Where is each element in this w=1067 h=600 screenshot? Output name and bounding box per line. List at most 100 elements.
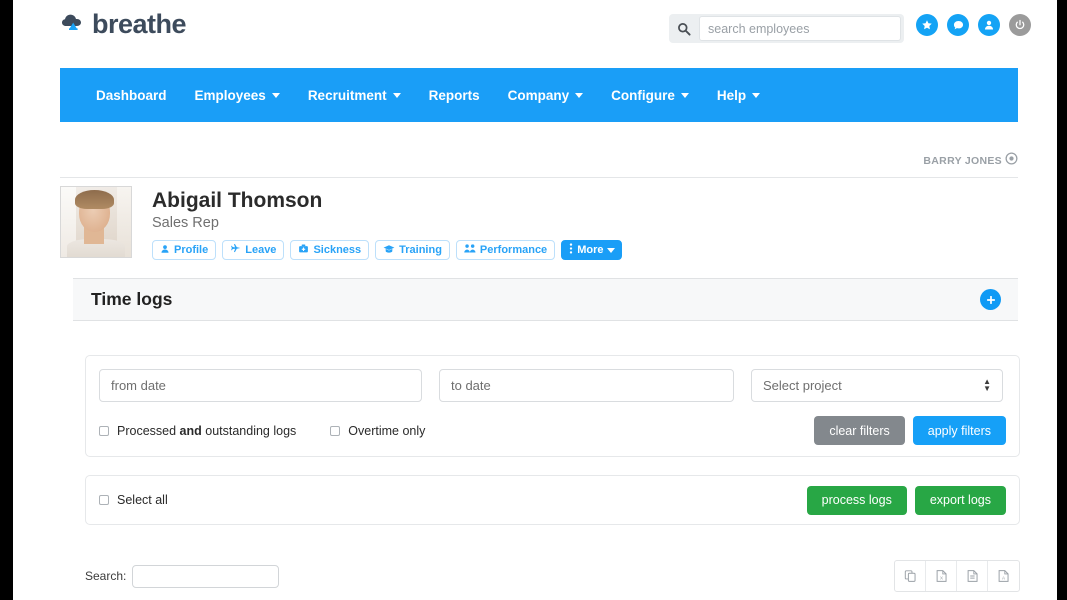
airplane-icon (230, 243, 241, 257)
top-icon-group (916, 14, 1031, 36)
nav-label: Configure (611, 87, 675, 103)
svg-text:A: A (1002, 576, 1006, 581)
avatar (60, 186, 132, 258)
chevron-down-icon (680, 92, 689, 98)
page-title: Abigail Thomson (152, 189, 323, 212)
user-account-icon[interactable] (978, 14, 1000, 36)
tab-leave[interactable]: Leave (222, 240, 285, 261)
filter-options-row: Processed and outstanding logs Overtime … (86, 402, 1019, 445)
cloud-icon (60, 10, 88, 38)
tab-label: Profile (174, 244, 209, 257)
tab-label: Leave (245, 244, 277, 257)
search-icon (669, 14, 699, 43)
medical-kit-icon (298, 243, 309, 257)
search-input[interactable] (699, 16, 901, 41)
logs-toolbar-panel: Select all process logs export logs (85, 475, 1020, 525)
nav-label: Company (507, 87, 570, 103)
copy-icon[interactable] (895, 561, 926, 591)
overtime-label: Overtime only (348, 423, 426, 438)
power-icon[interactable] (1009, 14, 1031, 36)
logs-action-buttons: process logs export logs (806, 485, 1006, 515)
tab-label: Sickness (313, 244, 362, 257)
vertical-dots-icon (569, 243, 573, 257)
tab-sickness[interactable]: Sickness (290, 240, 370, 261)
from-date-placeholder: from date (111, 378, 166, 393)
nav-label: Reports (428, 87, 480, 103)
processed-logs-checkbox[interactable]: Processed and outstanding logs (99, 424, 296, 438)
pdf-export-icon[interactable]: A (988, 561, 1019, 591)
clear-filters-button[interactable]: clear filters (814, 416, 905, 445)
select-all-label: Select all (117, 493, 168, 507)
person-icon (160, 244, 170, 257)
nav-item-dashboard[interactable]: Dashboard (82, 82, 181, 109)
section-title: Time logs (91, 289, 173, 309)
nav-label: Recruitment (307, 87, 387, 103)
project-select[interactable]: Select project ▲ ▼ (751, 369, 1003, 402)
brand-logo[interactable]: breathe (60, 10, 187, 38)
tab-performance[interactable]: Performance (455, 240, 556, 261)
chat-bubble-icon[interactable] (947, 14, 969, 36)
chevron-down-icon (392, 92, 401, 98)
process-logs-button[interactable]: process logs (806, 485, 907, 515)
chevron-down-icon (752, 92, 761, 98)
tab-label: More (577, 244, 604, 257)
nav-item-configure[interactable]: Configure (597, 82, 703, 109)
overtime-only-checkbox[interactable]: Overtime only (330, 424, 425, 438)
nav-label: Employees (194, 87, 266, 103)
chevron-down-icon (575, 92, 584, 98)
filter-buttons: clear filters apply filters (814, 416, 1006, 445)
chevron-down-icon (271, 92, 280, 98)
nav-item-employees[interactable]: Employees (181, 82, 294, 109)
svg-text:X: X (939, 575, 943, 581)
checkbox-box[interactable] (99, 495, 109, 505)
nav-label: Help (716, 87, 747, 103)
account-user-name: BARRY JONES (923, 155, 1002, 167)
apply-filters-button[interactable]: apply filters (912, 416, 1006, 445)
to-date-input[interactable]: to date (439, 369, 734, 402)
tab-training[interactable]: Training (375, 240, 450, 261)
tab-label: Performance (479, 244, 548, 257)
main-navigation: Dashboard Employees Recruitment Reports … (60, 68, 1018, 122)
employee-header: Abigail Thomson Sales Rep Profile Leave (60, 186, 1018, 261)
nav-item-reports[interactable]: Reports (415, 82, 494, 109)
filter-panel: from date to date Select project ▲ ▼ Proc… (85, 355, 1020, 457)
processed-label: Processed and outstanding logs (117, 424, 296, 438)
nav-item-help[interactable]: Help (703, 82, 774, 109)
tab-more[interactable]: More (561, 240, 623, 261)
employee-tab-group: Profile Leave Sickness Training Performa… (152, 240, 623, 261)
table-controls: Search: X A (85, 560, 1020, 592)
employee-role: Sales Rep (152, 215, 219, 232)
filter-inputs-row: from date to date Select project ▲ ▼ (86, 356, 1019, 402)
checkbox-box[interactable] (99, 425, 109, 436)
employee-info: Abigail Thomson Sales Rep Profile Leave (152, 186, 623, 261)
section-header-time-logs: Time logs (73, 278, 1018, 321)
nav-item-company[interactable]: Company (494, 82, 598, 109)
app-viewport: breathe search employees Dashboard Emplo… (13, 0, 1057, 600)
tab-label: Training (399, 244, 442, 257)
chevron-down-icon (607, 247, 616, 253)
to-date-placeholder: to date (451, 378, 491, 393)
export-logs-button[interactable]: export logs (914, 485, 1006, 515)
nav-label: Dashboard (96, 87, 167, 103)
csv-export-icon[interactable] (957, 561, 988, 591)
graduation-cap-icon (383, 243, 395, 258)
star-icon[interactable] (916, 14, 938, 36)
plus-circle-icon[interactable] (980, 289, 1001, 310)
select-all-checkbox[interactable]: Select all (99, 493, 168, 507)
from-date-input[interactable]: from date (99, 369, 422, 402)
processed-bold: and (179, 423, 202, 438)
tab-profile[interactable]: Profile (152, 240, 217, 261)
top-bar: breathe (13, 0, 1057, 66)
employee-search[interactable] (669, 14, 904, 43)
checkbox-box[interactable] (330, 425, 341, 436)
export-icon-group: X A (894, 560, 1020, 592)
performance-icon (464, 243, 476, 257)
excel-export-icon[interactable]: X (926, 561, 957, 591)
select-arrows-icon: ▲ ▼ (983, 377, 991, 393)
project-select-value: Select project (763, 378, 842, 393)
processed-suffix: outstanding logs (201, 423, 297, 438)
logs-toolbar-row: Select all process logs export logs (86, 476, 1019, 524)
gear-circle-icon[interactable] (1005, 152, 1018, 170)
table-search-input[interactable] (132, 564, 280, 588)
nav-item-recruitment[interactable]: Recruitment (294, 82, 415, 109)
